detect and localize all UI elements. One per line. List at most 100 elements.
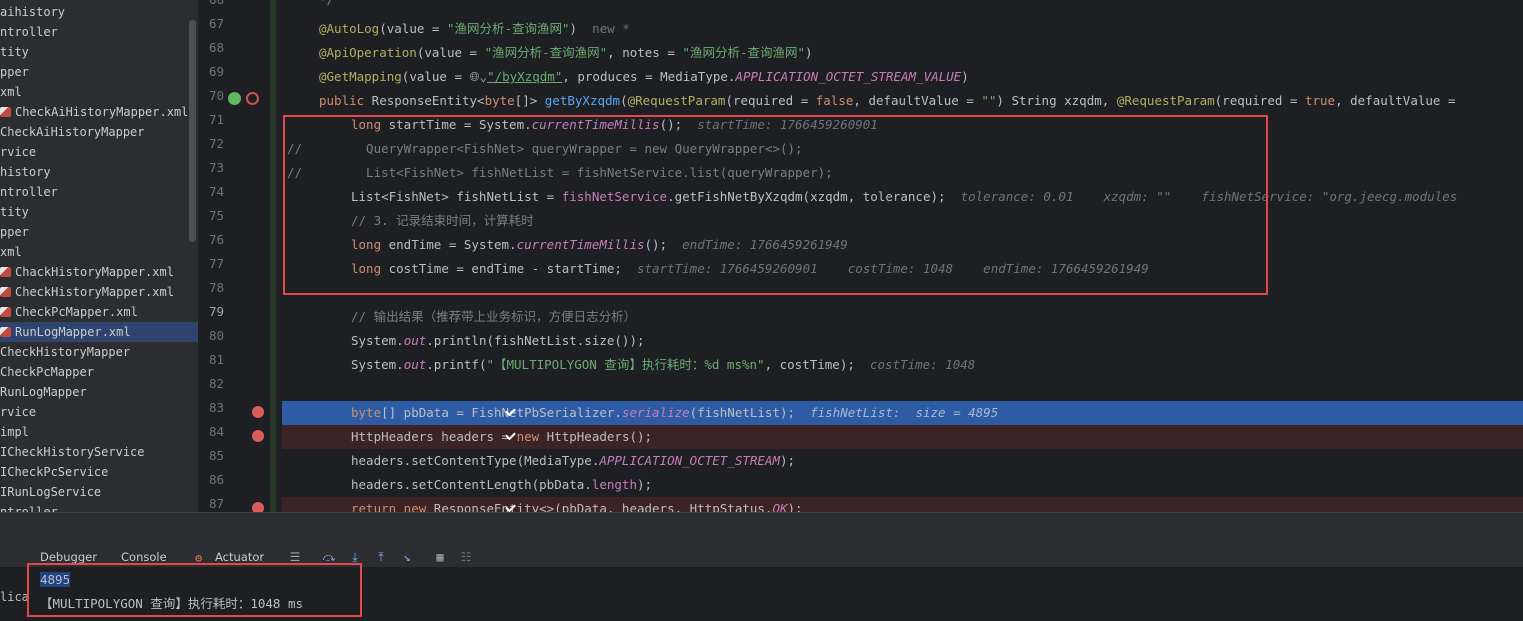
breakpoint-method-icon[interactable] [246,92,259,105]
tree-item[interactable]: CheckAiHistoryMapper.xml [0,102,188,122]
tree-item-label: tity [0,205,29,219]
tree-item[interactable]: IRunLogService [0,482,101,502]
tree-item-label: RunLogMapper [0,385,87,399]
line-number: 72 [208,136,224,151]
line-number: 84 [208,424,224,439]
tree-item-label: rvice [0,405,37,419]
tree-item[interactable]: rvice [0,402,36,422]
console-left-label: lica [0,590,29,604]
tree-item-label: impl [0,425,29,439]
table-icon[interactable]: ▦ [433,550,447,564]
code-line-83: byte[] pbData = FishNetPbSerializer.seri… [282,401,1523,425]
step-out-icon[interactable]: ⤒ [374,550,388,564]
step-over-icon[interactable]: ⤼ [322,550,336,564]
tree-item[interactable]: xml [0,82,22,102]
tree-item-label: pper [0,65,29,79]
tree-item-label: rvice [0,145,37,159]
tree-item[interactable]: ntroller [0,502,58,512]
tree-item[interactable]: xml [0,242,22,262]
tree-item-label: tity [0,45,29,59]
tree-item-label: xml [0,245,22,259]
line-number: 71 [208,112,224,127]
tree-item[interactable]: RunLogMapper [0,382,87,402]
tree-item-label: CheckHistoryMapper [0,345,131,359]
line-number: 79 [208,304,224,319]
code-line-68: @ApiOperation(value = "渔网分析-查询渔网", notes… [319,45,813,60]
change-marker [270,0,276,512]
line-number: 80 [208,328,224,343]
breakpoint-icon[interactable] [252,405,516,418]
tree-item[interactable]: tity [0,42,29,62]
highlight-box-console [27,563,362,617]
xml-file-icon [0,287,11,297]
line-number: 74 [208,184,224,199]
project-tree: aihistory ntroller tity pper xml CheckAiHisto… [0,0,198,512]
code-text: */ [319,0,334,12]
line-number: 70 [208,88,224,103]
tree-item[interactable]: history [0,162,51,182]
tree-item-label: CheckPcMapper [0,365,94,379]
tree-scrollbar[interactable] [189,20,196,242]
code-line-85: headers.setContentType(MediaType.APPLICA… [351,453,796,468]
code-line-79: // 输出结果（推荐带上业务标识，方便日志分析） [351,309,637,324]
code-line-86: headers.setContentLength(pbData.length); [351,477,653,492]
line-number: 86 [208,472,224,487]
line-number: 73 [208,160,224,175]
line-number: 85 [208,448,224,463]
tree-item-label: xml [0,85,22,99]
line-number: 78 [208,280,224,295]
code-line-69: @GetMapping(value = 🌐︎⌄"/byXzqdm", produ… [319,69,969,84]
line-number: 67 [208,16,224,31]
tree-item-label: ntroller [0,185,58,199]
xml-file-icon [0,267,11,277]
step-into-icon[interactable]: ⤓ [348,550,362,564]
tree-item[interactable]: rvice [0,142,36,162]
code-line-70: public ResponseEntity<byte[]> getByXzqdm… [319,93,1456,108]
line-number: 76 [208,232,224,247]
menu-icon[interactable]: ☰ [288,550,302,564]
tree-item[interactable]: tity [0,202,29,222]
tree-item-label: pper [0,225,29,239]
tree-item[interactable]: CheckPcMapper.xml [0,302,138,322]
tree-item-label: ICheckHistoryService [0,445,145,459]
tree-item[interactable]: impl [0,422,29,442]
tree-item[interactable]: ICheckPcService [0,462,108,482]
line-number: 66 [198,0,224,12]
tree-item-label: RunLogMapper.xml [15,325,131,339]
tree-item-label: IRunLogService [0,485,102,499]
code-line-80: System.out.println(fishNetList.size()); [351,333,645,348]
highlight-box-code [283,115,1268,295]
code-line-81: System.out.printf("【MULTIPOLYGON 查询】执行耗时… [351,357,976,372]
code-line-84: HttpHeaders headers = new HttpHeaders(); [282,425,1523,449]
tree-item[interactable]: CheckHistoryMapper [0,342,130,362]
tree-item-label: ntroller [0,25,58,39]
tree-item-label: CheckAiHistoryMapper [0,125,145,139]
tree-item[interactable]: ntroller [0,182,58,202]
line-number: 77 [208,256,224,271]
code-line-67: @AutoLog(value = "渔网分析-查询渔网") new * [319,21,630,36]
tree-item[interactable]: CheckPcMapper [0,362,94,382]
tree-item[interactable]: CheckHistoryMapper.xml [0,282,174,302]
tree-item[interactable]: ICheckHistoryService [0,442,145,462]
code-line-66: */ [282,0,1523,12]
tree-item[interactable]: RunLogMapper.xml [0,322,198,342]
run-to-cursor-icon[interactable]: ↘ [400,550,414,564]
xml-file-icon [0,307,11,317]
line-numbers: 66 67 68 69 70 71 72 73 74 75 76 77 78 79 80 81 82 83 84 85… [198,0,224,512]
tree-item[interactable]: ChackHistoryMapper.xml [0,262,174,282]
evaluate-icon[interactable]: ☷ [459,550,473,564]
tree-item-label: ICheckPcService [0,465,109,479]
line-number: 81 [208,352,224,367]
tree-item[interactable]: pper [0,62,29,82]
xml-file-icon [0,107,11,117]
tree-item[interactable]: pper [0,222,29,242]
tree-item[interactable]: ntroller [0,22,58,42]
tree-item[interactable]: aihistory [0,2,65,22]
run-endpoint-icon[interactable] [228,92,241,105]
tree-item-label: history [0,165,51,179]
globe-icon: 🌐︎⌄ [469,69,488,84]
tree-item[interactable]: CheckAiHistoryMapper [0,122,145,142]
breakpoint-icon[interactable] [252,429,516,442]
tree-item-label: ntroller [0,505,58,512]
tree-item-label: ChackHistoryMapper.xml [15,265,174,279]
